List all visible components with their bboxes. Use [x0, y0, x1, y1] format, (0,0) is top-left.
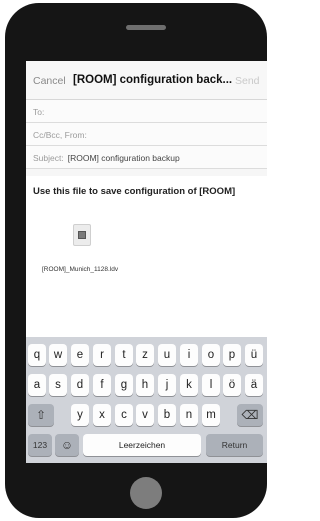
- subject-label: Subject:: [33, 153, 64, 163]
- key-j[interactable]: j: [158, 374, 176, 396]
- key-y[interactable]: y: [71, 404, 89, 426]
- key-i[interactable]: i: [180, 344, 198, 366]
- key-o-umlaut[interactable]: ö: [223, 374, 241, 396]
- delete-key[interactable]: ⌫: [237, 404, 263, 426]
- key-x[interactable]: x: [93, 404, 111, 426]
- message-body[interactable]: Use this file to save configuration of […: [26, 176, 267, 337]
- key-u[interactable]: u: [158, 344, 176, 366]
- return-key[interactable]: Return: [206, 434, 263, 456]
- key-a[interactable]: a: [28, 374, 46, 396]
- onscreen-keyboard: q w e r t z u i o p ü a s d f g h j k l …: [26, 337, 267, 463]
- key-e[interactable]: e: [71, 344, 89, 366]
- shift-key[interactable]: ⇧: [28, 404, 54, 426]
- to-field[interactable]: To:: [26, 100, 267, 123]
- key-s[interactable]: s: [49, 374, 67, 396]
- home-button[interactable]: [130, 477, 162, 509]
- subject-field[interactable]: Subject: [ROOM] configuration backup: [26, 146, 267, 169]
- key-v[interactable]: v: [136, 404, 154, 426]
- cancel-button[interactable]: Cancel: [33, 75, 66, 87]
- message-text: Use this file to save configuration of […: [33, 186, 236, 197]
- attachment-filename: [ROOM]_Munich_1128.ldv: [42, 266, 119, 273]
- numbers-key[interactable]: 123: [28, 434, 52, 456]
- key-d[interactable]: d: [71, 374, 89, 396]
- file-attachment-icon[interactable]: [73, 224, 91, 246]
- key-w[interactable]: w: [49, 344, 67, 366]
- key-z[interactable]: z: [136, 344, 154, 366]
- key-c[interactable]: c: [115, 404, 133, 426]
- key-k[interactable]: k: [180, 374, 198, 396]
- key-p[interactable]: p: [223, 344, 241, 366]
- send-button[interactable]: Send: [235, 75, 260, 87]
- subject-value: [ROOM] configuration backup: [67, 153, 180, 163]
- speaker-grille: [126, 25, 166, 30]
- key-b[interactable]: b: [158, 404, 176, 426]
- to-label: To:: [33, 107, 45, 117]
- compose-header: Cancel [ROOM] configuration back... Send: [26, 61, 267, 100]
- space-bar[interactable]: Leerzeichen: [83, 434, 201, 456]
- mail-compose-screen: Cancel [ROOM] configuration back... Send…: [26, 61, 267, 463]
- key-o[interactable]: o: [202, 344, 220, 366]
- key-t[interactable]: t: [115, 344, 133, 366]
- key-r[interactable]: r: [93, 344, 111, 366]
- keyboard-row-2: a s d f g h j k l ö ä: [26, 374, 267, 396]
- keyboard-row-4: 123 ☺ Leerzeichen Return: [26, 434, 267, 456]
- key-u-umlaut[interactable]: ü: [245, 344, 263, 366]
- key-a-umlaut[interactable]: ä: [245, 374, 263, 396]
- key-f[interactable]: f: [93, 374, 111, 396]
- cc-bcc-field[interactable]: Cc/Bcc, From:: [26, 123, 267, 146]
- emoji-key[interactable]: ☺: [55, 434, 79, 456]
- cc-bcc-label: Cc/Bcc, From:: [33, 130, 87, 140]
- key-l[interactable]: l: [202, 374, 220, 396]
- subject-row: Subject: [ROOM] configuration backup: [33, 153, 180, 163]
- key-h[interactable]: h: [136, 374, 154, 396]
- key-n[interactable]: n: [180, 404, 198, 426]
- key-m[interactable]: m: [202, 404, 220, 426]
- key-q[interactable]: q: [28, 344, 46, 366]
- keyboard-row-1: q w e r t z u i o p ü: [26, 344, 267, 366]
- keyboard-row-3: ⇧ y x c v b n m ⌫: [26, 404, 267, 426]
- compose-title: [ROOM] configuration back...: [73, 74, 233, 86]
- phone-frame: Cancel [ROOM] configuration back... Send…: [5, 3, 267, 518]
- key-g[interactable]: g: [115, 374, 133, 396]
